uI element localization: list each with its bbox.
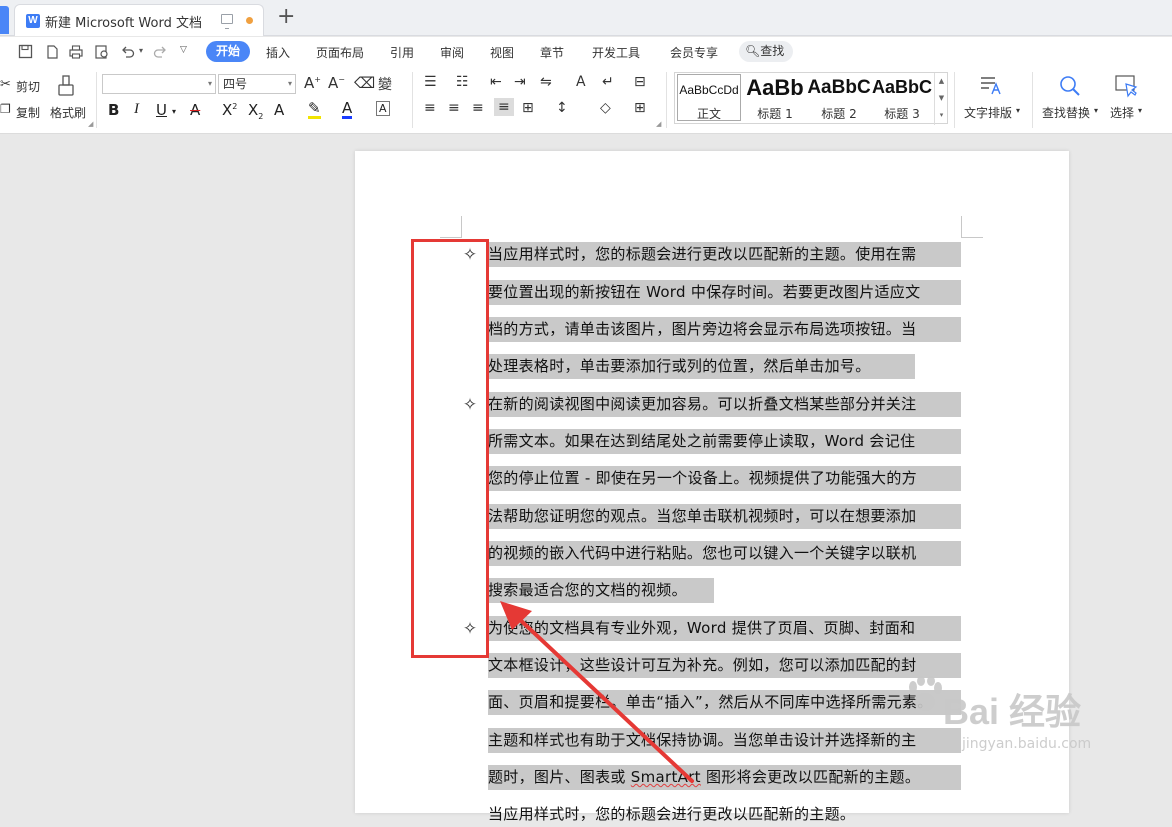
watermark-url: jingyan.baidu.com [962,736,1092,752]
paw-logo-icon [909,676,942,711]
watermark-text: Bai 经验 [943,691,1082,732]
